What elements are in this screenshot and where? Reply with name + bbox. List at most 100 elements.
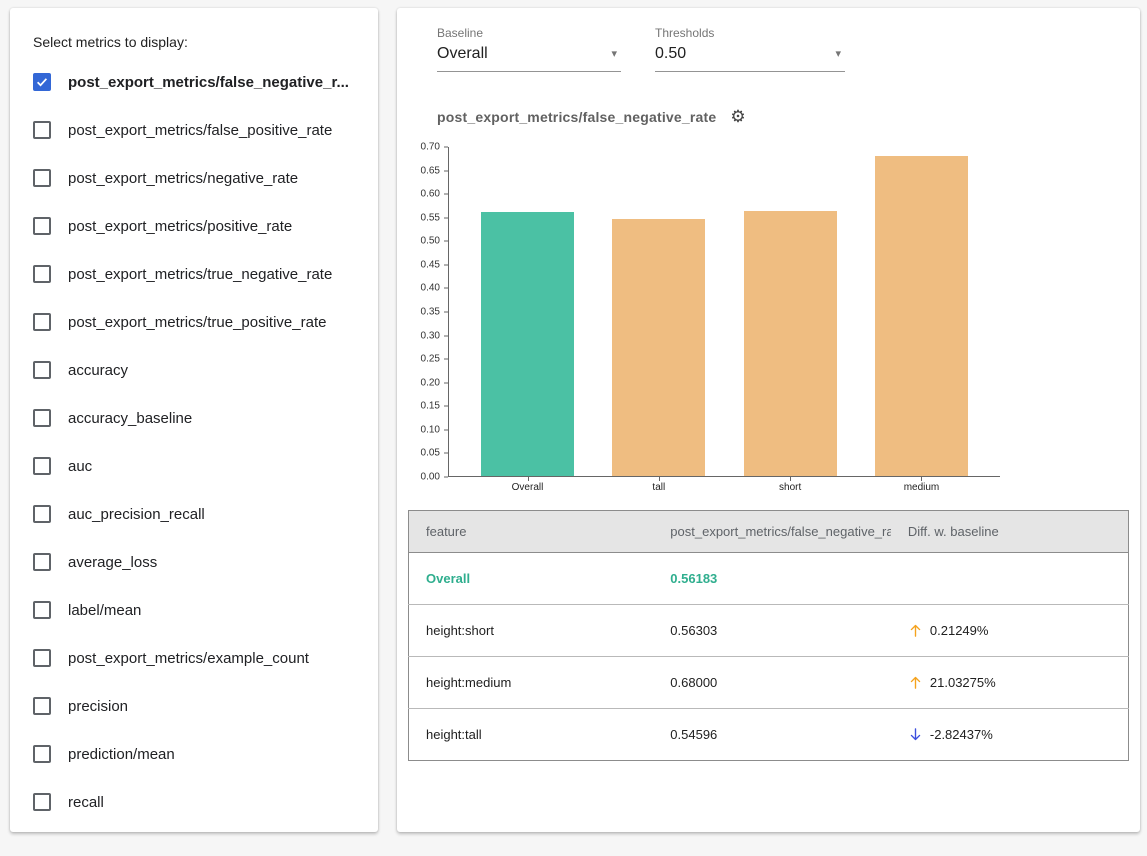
metric-label: post_export_metrics/positive_rate — [68, 218, 292, 235]
x-axis-tick-mark — [528, 477, 529, 481]
y-axis-tick-label: 0.10 — [421, 424, 440, 435]
checkbox-unchecked-icon[interactable] — [33, 121, 51, 139]
metric-label: auc_precision_recall — [68, 506, 205, 523]
controls-row: Baseline Overall ▾ Thresholds 0.50 ▾ — [437, 26, 1140, 72]
metric-checkbox-item[interactable]: post_export_metrics/true_positive_rate — [33, 298, 366, 346]
metric-checkbox-item[interactable]: post_export_metrics/false_negative_r... — [33, 58, 366, 106]
baseline-label: Baseline — [437, 26, 621, 40]
metric-label: average_loss — [68, 554, 157, 571]
metric-label: post_export_metrics/example_count — [68, 650, 309, 667]
y-axis-tick-label: 0.35 — [421, 307, 440, 318]
checkbox-unchecked-icon[interactable] — [33, 793, 51, 811]
metric-label: post_export_metrics/false_negative_r... — [68, 74, 349, 91]
metric-checkbox-item[interactable]: label/mean — [33, 586, 366, 634]
metric-label: recall — [68, 794, 104, 811]
diff-cell — [891, 553, 1129, 605]
y-axis-tick-label: 0.60 — [421, 189, 440, 200]
arrow-up-icon — [908, 674, 923, 691]
thresholds-select[interactable]: 0.50 ▾ — [655, 40, 845, 72]
gear-icon[interactable]: ⚙ — [730, 108, 745, 125]
fairness-indicators-app: Select metrics to display: post_export_m… — [0, 0, 1147, 840]
diff-percentage: -2.82437% — [930, 727, 993, 742]
checkbox-unchecked-icon[interactable] — [33, 649, 51, 667]
y-axis-tick-label: 0.40 — [421, 283, 440, 294]
metric-label: accuracy — [68, 362, 128, 379]
diff-percentage: 21.03275% — [930, 675, 996, 690]
checkbox-unchecked-icon[interactable] — [33, 265, 51, 283]
chevron-down-icon: ▾ — [611, 49, 617, 60]
diff-value: -2.82437% — [908, 726, 1127, 743]
metric-label: post_export_metrics/false_positive_rate — [68, 122, 332, 139]
bar-slot: medium — [875, 147, 968, 476]
metric-checkbox-item[interactable]: post_export_metrics/negative_rate — [33, 154, 366, 202]
checkbox-unchecked-icon[interactable] — [33, 553, 51, 571]
metric-checkbox-item[interactable]: precision — [33, 682, 366, 730]
y-axis-tick-label: 0.25 — [421, 354, 440, 365]
table-row[interactable]: height:tall0.54596-2.82437% — [409, 709, 1129, 761]
metric-checkbox-item[interactable]: average_loss — [33, 538, 366, 586]
x-axis-tick-mark — [921, 477, 922, 481]
metric-checkbox-item[interactable]: post_export_metrics/true_negative_rate — [33, 250, 366, 298]
checkbox-checked-icon[interactable] — [33, 73, 51, 91]
metric-label: precision — [68, 698, 128, 715]
bar-slot: tall — [612, 147, 705, 476]
y-axis-tick-label: 0.50 — [421, 236, 440, 247]
feature-cell: height:medium — [409, 657, 654, 709]
metric-label: post_export_metrics/true_negative_rate — [68, 266, 332, 283]
plot-area: Overall tall short medium — [448, 147, 1000, 477]
x-axis-label: short — [720, 482, 860, 493]
checkbox-unchecked-icon[interactable] — [33, 697, 51, 715]
checkbox-unchecked-icon[interactable] — [33, 313, 51, 331]
table-row[interactable]: height:short0.563030.21249% — [409, 605, 1129, 657]
metric-checkbox-item[interactable]: accuracy_baseline — [33, 394, 366, 442]
diff-percentage: 0.21249% — [930, 623, 989, 638]
x-axis-label: medium — [852, 482, 992, 493]
bar-tall[interactable] — [612, 219, 705, 476]
bar-short[interactable] — [744, 211, 837, 476]
metric-checkbox-item[interactable]: post_export_metrics/example_count — [33, 634, 366, 682]
metric-checkbox-item[interactable]: recall — [33, 778, 366, 826]
checkbox-unchecked-icon[interactable] — [33, 505, 51, 523]
diff-cell: 0.21249% — [891, 605, 1129, 657]
baseline-selected-value: Overall — [437, 45, 488, 63]
metric-label: post_export_metrics/negative_rate — [68, 170, 298, 187]
diff-value: 0.21249% — [908, 622, 1127, 639]
checkbox-unchecked-icon[interactable] — [33, 409, 51, 427]
checkbox-unchecked-icon[interactable] — [33, 361, 51, 379]
feature-cell: height:tall — [409, 709, 654, 761]
chevron-down-icon: ▾ — [835, 49, 841, 60]
checkbox-unchecked-icon[interactable] — [33, 169, 51, 187]
thresholds-selected-value: 0.50 — [655, 45, 686, 63]
metric-label: post_export_metrics/true_positive_rate — [68, 314, 326, 331]
bar-overall[interactable] — [481, 212, 574, 476]
metrics-table: feature post_export_metrics/false_negati… — [408, 510, 1129, 761]
bar-slot: Overall — [481, 147, 574, 476]
metric-checkbox-item[interactable]: auc_precision_recall — [33, 490, 366, 538]
checkbox-unchecked-icon[interactable] — [33, 457, 51, 475]
metric-label: accuracy_baseline — [68, 410, 192, 427]
checkbox-unchecked-icon[interactable] — [33, 601, 51, 619]
metric-checkbox-item[interactable]: accuracy — [33, 346, 366, 394]
checkbox-unchecked-icon[interactable] — [33, 745, 51, 763]
metric-checkbox-item[interactable]: post_export_metrics/positive_rate — [33, 202, 366, 250]
metric-label: prediction/mean — [68, 746, 175, 763]
checkbox-unchecked-icon[interactable] — [33, 217, 51, 235]
x-axis-label: Overall — [458, 482, 598, 493]
check-icon — [35, 74, 49, 90]
bar-chart: 0.000.050.100.150.200.250.300.350.400.45… — [408, 147, 1140, 477]
table-row[interactable]: Overall0.56183 — [409, 553, 1129, 605]
y-axis-tick-label: 0.55 — [421, 212, 440, 223]
y-axis-tick-label: 0.30 — [421, 330, 440, 341]
baseline-control: Baseline Overall ▾ — [437, 26, 621, 72]
metric-checkbox-item[interactable]: auc — [33, 442, 366, 490]
table-row[interactable]: height:medium0.6800021.03275% — [409, 657, 1129, 709]
thresholds-label: Thresholds — [655, 26, 845, 40]
bar-slot: short — [744, 147, 837, 476]
baseline-select[interactable]: Overall ▾ — [437, 40, 621, 72]
metric-checkbox-item[interactable]: post_export_metrics/false_positive_rate — [33, 106, 366, 154]
metrics-panel-title: Select metrics to display: — [33, 34, 366, 50]
metrics-list: post_export_metrics/false_negative_r...p… — [33, 58, 366, 826]
metric-checkbox-item[interactable]: prediction/mean — [33, 730, 366, 778]
bar-medium[interactable] — [875, 156, 968, 476]
metric-label: auc — [68, 458, 92, 475]
